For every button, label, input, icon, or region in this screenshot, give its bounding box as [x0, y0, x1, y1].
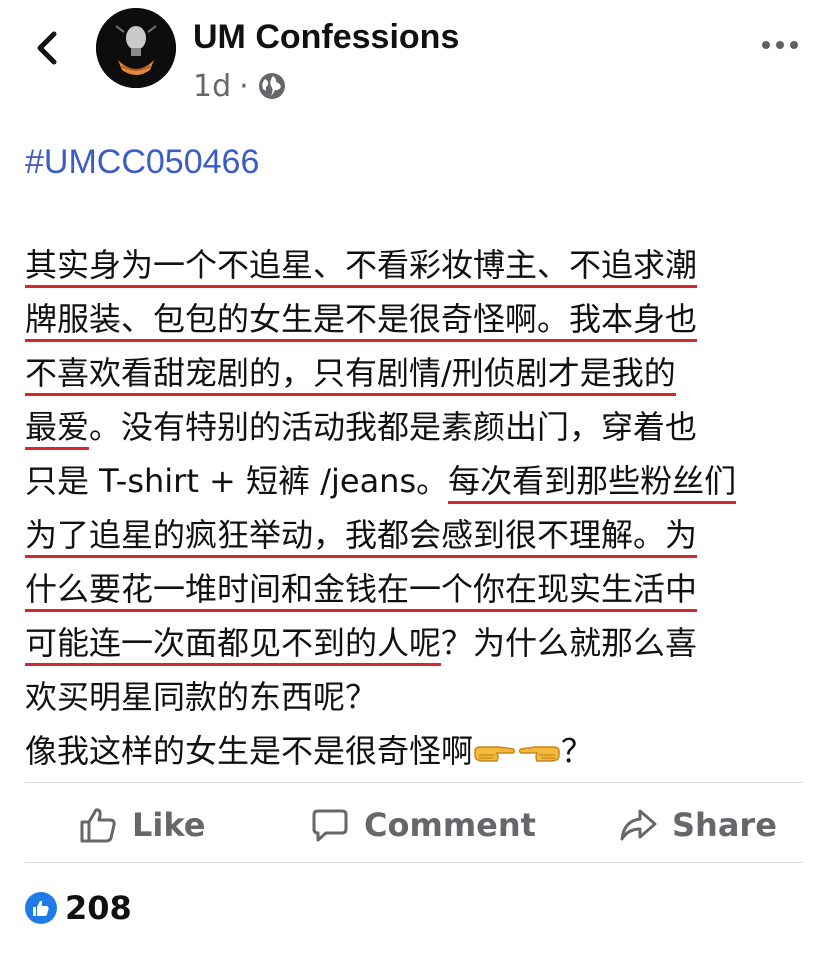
post-line: 只是 T-shirt + 短裤 /jeans。每次看到那些粉丝们 [25, 454, 805, 508]
post-line: 不喜欢看甜宠剧的，只有剧情/刑侦剧才是我的 [25, 346, 805, 400]
more-options-button[interactable] [760, 30, 800, 60]
share-label: Share [672, 806, 777, 844]
post-line: 可能连一次面都见不到的人呢？为什么就那么喜 [25, 616, 805, 670]
post-text: 其实身为一个不追星、不看彩妆博主、不追求潮 牌服装、包包的女生是不是很奇怪啊。我本… [25, 238, 805, 778]
like-label: Like [132, 806, 206, 844]
page-name[interactable]: UM Confessions [193, 18, 459, 57]
like-reaction-icon [25, 892, 57, 924]
pointing-right-hand-icon [473, 731, 517, 785]
reaction-count: 208 [65, 889, 132, 927]
post-line: 其实身为一个不追星、不看彩妆博主、不追求潮 [25, 238, 805, 292]
post-line: 为了追星的疯狂举动，我都会感到很不理解。为 [25, 508, 805, 562]
underlined-text: 不喜欢看甜宠剧的，只有剧情/刑侦剧才是我的 [25, 354, 676, 396]
text-segment: ？ [561, 732, 594, 770]
underlined-text: 为了追星的疯狂举动，我都会感到很不理解。为 [25, 516, 698, 558]
post-line: 什么要花一堆时间和金钱在一个你在现实生活中 [25, 562, 805, 616]
text-segment: 像我这样的女生是不是很奇怪啊 [25, 732, 474, 770]
action-bar-bottom-divider [25, 862, 803, 863]
more-horizontal-icon [762, 41, 798, 49]
underlined-text: 最爱 [25, 408, 90, 450]
text-segment: ？为什么就那么喜 [441, 624, 698, 662]
chevron-left-icon [37, 31, 57, 65]
share-arrow-icon [620, 809, 657, 841]
underlined-text: 可能连一次面都见不到的人呢 [25, 624, 442, 666]
action-bar: Like Comment Share [0, 790, 828, 860]
meta-separator: · [239, 68, 249, 104]
text-segment: 欢买明星同款的东西呢？ [25, 678, 378, 716]
text-segment: 只是 T-shirt + 短裤 /jeans。 [25, 462, 449, 500]
globe-icon [258, 73, 285, 99]
action-bar-top-divider [25, 782, 803, 783]
share-button[interactable]: Share [618, 790, 777, 860]
comment-bubble-icon [312, 809, 348, 842]
comment-label: Comment [364, 806, 536, 844]
underlined-text: 每次看到那些粉丝们 [448, 462, 737, 504]
page-avatar[interactable] [96, 8, 176, 88]
post-line: 欢买明星同款的东西呢？ [25, 670, 805, 724]
back-button[interactable] [30, 26, 70, 70]
pointing-left-hand-icon [517, 731, 561, 785]
lightbulb-hand-logo-icon [96, 8, 176, 88]
underlined-text: 其实身为一个不追星、不看彩妆博主、不追求潮 [25, 246, 698, 288]
underlined-text: 牌服装、包包的女生是不是很奇怪啊。我本身也 [25, 300, 698, 342]
hashtag-link[interactable]: #UMCC050466 [25, 143, 259, 182]
post-meta: 1d · [193, 68, 287, 104]
text-segment: 。没有特别的活动我都是素颜出门，穿着也 [89, 408, 698, 446]
reactions-summary[interactable]: 208 [25, 888, 132, 928]
like-button[interactable]: Like [78, 790, 205, 860]
thumbs-up-icon [80, 808, 116, 843]
post-time[interactable]: 1d [193, 69, 231, 104]
post-header: UM Confessions 1d · [0, 0, 828, 120]
post-line: 像我这样的女生是不是很奇怪啊 ？ [25, 724, 805, 778]
comment-button[interactable]: Comment [310, 790, 536, 860]
post-line: 最爱。没有特别的活动我都是素颜出门，穿着也 [25, 400, 805, 454]
post-line: 牌服装、包包的女生是不是很奇怪啊。我本身也 [25, 292, 805, 346]
underlined-text: 什么要花一堆时间和金钱在一个你在现实生活中 [25, 570, 698, 612]
